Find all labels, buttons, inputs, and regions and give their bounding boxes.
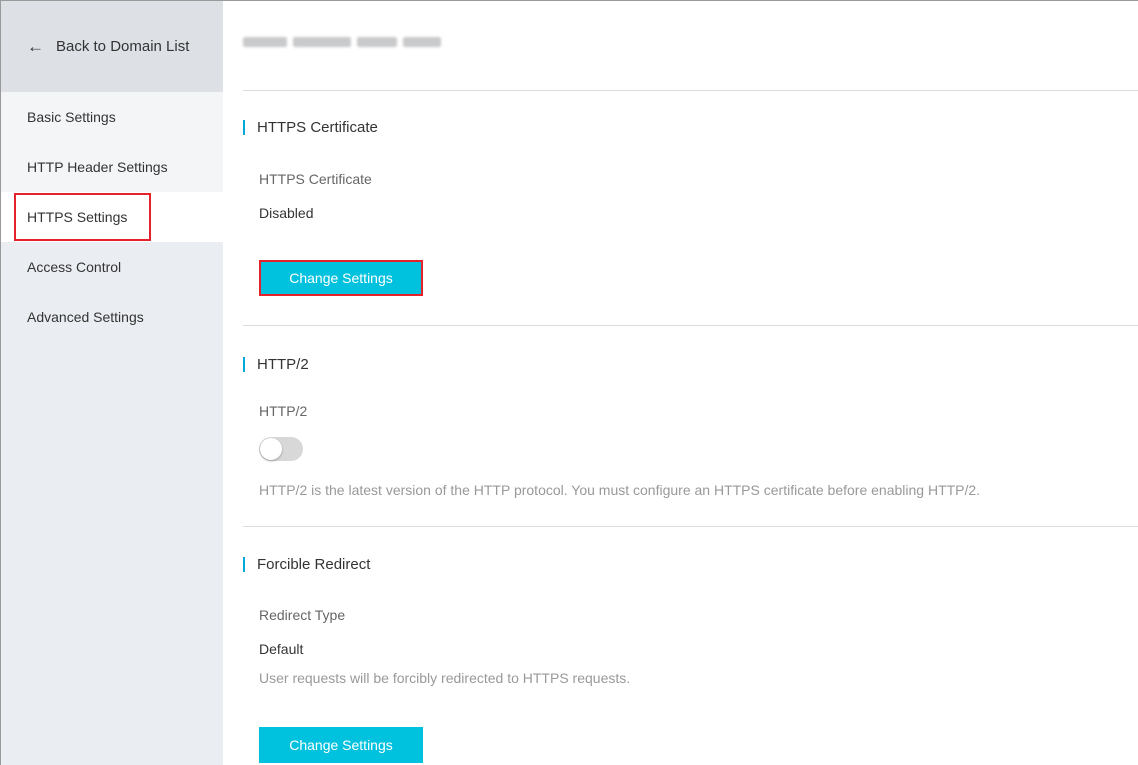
- highlight-annotation: [14, 193, 151, 241]
- sidebar-item-advanced-settings[interactable]: Advanced Settings: [1, 292, 223, 342]
- sidebar-item-label: Basic Settings: [27, 109, 116, 125]
- section-title-text: HTTPS Certificate: [257, 119, 378, 136]
- redirect-change-settings-button[interactable]: Change Settings: [259, 727, 423, 763]
- section-accent-bar: [243, 557, 245, 572]
- redirect-type-label: Redirect Type: [259, 607, 346, 623]
- section-accent-bar: [243, 357, 245, 372]
- http2-toggle[interactable]: [259, 437, 303, 461]
- section-title-https-certificate: HTTPS Certificate: [243, 119, 378, 136]
- arrow-left-icon: ←: [27, 37, 44, 56]
- redirect-hint: User requests will be forcibly redirecte…: [259, 670, 631, 686]
- toggle-knob: [260, 438, 282, 460]
- sidebar-item-label: Access Control: [27, 259, 122, 275]
- https-certificate-label: HTTPS Certificate: [259, 171, 372, 187]
- sidebar-item-http-header-settings[interactable]: HTTP Header Settings: [1, 142, 223, 192]
- sidebar-item-basic-settings[interactable]: Basic Settings: [1, 92, 223, 142]
- http2-hint: HTTP/2 is the latest version of the HTTP…: [259, 482, 981, 498]
- domain-name-redacted: [243, 37, 441, 47]
- sidebar-item-label: Advanced Settings: [27, 309, 144, 325]
- section-title-text: Forcible Redirect: [257, 556, 371, 573]
- section-title-forcible-redirect: Forcible Redirect: [243, 556, 370, 573]
- section-accent-bar: [243, 120, 245, 135]
- https-certificate-value: Disabled: [259, 205, 314, 221]
- http2-label: HTTP/2: [259, 403, 308, 419]
- back-label: Back to Domain List: [56, 38, 190, 55]
- https-change-settings-button[interactable]: Change Settings: [259, 260, 423, 296]
- sidebar: ← Back to Domain List Basic Settings HTT…: [1, 1, 223, 765]
- section-title-text: HTTP/2: [257, 356, 309, 373]
- main-content: HTTPS Certificate HTTPS Certificate Disa…: [223, 1, 1138, 765]
- section-title-http2: HTTP/2: [243, 356, 309, 373]
- divider: [243, 325, 1138, 326]
- sidebar-item-label: HTTP Header Settings: [27, 159, 168, 175]
- sidebar-item-access-control[interactable]: Access Control: [1, 242, 223, 292]
- back-to-domain-list-link[interactable]: ← Back to Domain List: [1, 1, 223, 92]
- divider: [243, 90, 1138, 91]
- redirect-type-value: Default: [259, 641, 304, 657]
- divider: [243, 526, 1138, 527]
